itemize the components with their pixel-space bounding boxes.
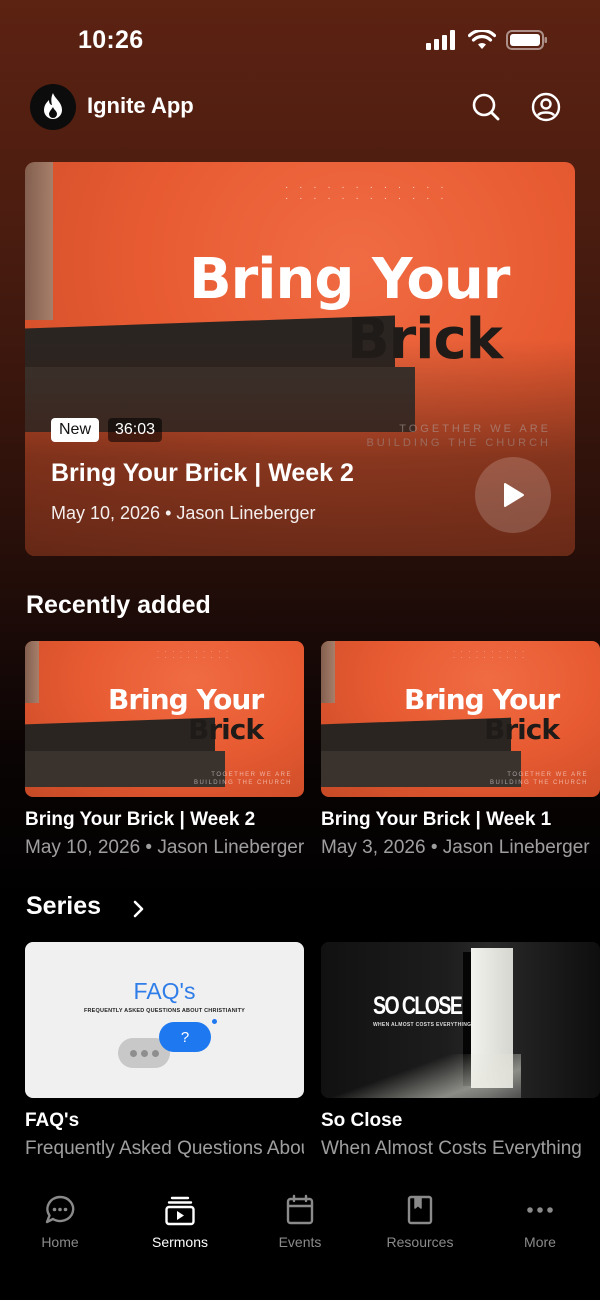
status-bar: 10:26 — [0, 0, 600, 80]
question-bubble: ? — [159, 1022, 211, 1052]
series-card[interactable]: SO CLOSE WHEN ALMOST COSTS EVERYTHING So… — [321, 942, 600, 1160]
faq-art-title: FAQ's — [133, 978, 196, 1004]
wifi-icon — [468, 30, 496, 49]
tab-home[interactable]: Home — [0, 1194, 120, 1250]
featured-sermon-card[interactable]: · · · · · · · · · · · ·· · · · · · · · ·… — [25, 162, 575, 556]
thumb-title-line1: Bring Your — [108, 683, 264, 716]
recent-sermon-title: Bring Your Brick | Week 2 — [25, 809, 256, 830]
play-icon — [504, 483, 524, 507]
so-close-art-subtitle: WHEN ALMOST COSTS EVERYTHING — [373, 1022, 472, 1028]
status-icons — [426, 30, 548, 50]
tab-label: More — [524, 1234, 556, 1250]
more-dots-icon — [527, 1207, 553, 1213]
thumb-subtitle-line2: BUILDING THE CHURCH — [193, 779, 292, 786]
recent-sermon-card[interactable]: · · · · · · · · · · · · · · · · · · · · B… — [25, 641, 304, 859]
app-logo — [30, 84, 76, 130]
recent-sermon-meta: May 3, 2026 • Jason Lineberger — [321, 837, 590, 858]
flame-icon — [44, 93, 62, 119]
tab-resources[interactable]: Resources — [360, 1194, 480, 1250]
video-library-icon — [165, 1196, 195, 1226]
featured-meta: May 10, 2026 • Jason Lineberger — [51, 503, 316, 523]
battery-icon — [506, 30, 547, 50]
tab-label: Sermons — [151, 1234, 209, 1250]
faq-art-subtitle: FREQUENTLY ASKED QUESTIONS ABOUT CHRISTI… — [83, 1008, 246, 1014]
thumb-title-line2: Brick — [188, 713, 264, 746]
cellular-signal-icon — [426, 30, 455, 50]
recent-sermon-card[interactable]: · · · · · · · · · · · · · · · · · · · · B… — [321, 641, 600, 859]
tab-label: Events — [278, 1234, 322, 1250]
chevron-right-icon[interactable] — [130, 899, 148, 919]
series-subtitle: When Almost Costs Everything — [321, 1138, 582, 1159]
recent-sermon-meta: May 10, 2026 • Jason Lineberger — [25, 837, 304, 858]
thumb-title-line2: Brick — [484, 713, 560, 746]
play-button[interactable] — [475, 457, 551, 533]
app-title: Ignite App — [87, 93, 194, 118]
featured-title: Bring Your Brick | Week 2 — [51, 459, 354, 487]
series-card[interactable]: FAQ's FREQUENTLY ASKED QUESTIONS ABOUT C… — [25, 942, 304, 1160]
series-title: So Close — [321, 1110, 403, 1131]
series-heading[interactable]: Series — [26, 892, 101, 921]
series-title: FAQ's — [25, 1110, 80, 1131]
recent-sermon-thumbnail: · · · · · · · · · · · · · · · · · · · · B… — [321, 641, 600, 797]
tab-events[interactable]: Events — [240, 1194, 360, 1250]
thumb-title-line1: Bring Your — [404, 683, 560, 716]
series-subtitle: Frequently Asked Questions About Christi… — [25, 1138, 304, 1159]
tab-more[interactable]: More — [480, 1194, 600, 1250]
tab-label: Resources — [386, 1234, 454, 1250]
chat-bubble-icon — [45, 1195, 75, 1224]
thumb-subtitle-line2: BUILDING THE CHURCH — [489, 779, 588, 786]
new-badge: New — [51, 418, 100, 442]
recently-added-heading: Recently added — [26, 591, 211, 619]
account-circle-icon — [531, 92, 561, 122]
duration-badge: 36:03 — [108, 418, 163, 442]
series-thumbnail-faq: FAQ's FREQUENTLY ASKED QUESTIONS ABOUT C… — [25, 942, 304, 1098]
recent-sermon-thumbnail: · · · · · · · · · · · · · · · · · · · · B… — [25, 641, 304, 797]
series-thumbnail-so-close: SO CLOSE WHEN ALMOST COSTS EVERYTHING — [321, 942, 600, 1098]
search-button[interactable] — [469, 90, 503, 124]
tab-label: Home — [41, 1234, 79, 1250]
calendar-icon — [286, 1194, 314, 1225]
recent-sermon-title: Bring Your Brick | Week 1 — [321, 809, 552, 830]
thumb-subtitle-line1: TOGETHER WE ARE — [507, 772, 588, 778]
status-time: 10:26 — [78, 26, 144, 54]
profile-button[interactable] — [529, 90, 563, 124]
app-header: Ignite App — [0, 80, 600, 136]
tab-sermons[interactable]: Sermons — [120, 1194, 240, 1250]
tab-bar: Home Sermons Events Resources More — [0, 1180, 600, 1300]
thumb-subtitle-line1: TOGETHER WE ARE — [211, 772, 292, 778]
so-close-art-title: SO CLOSE — [373, 992, 463, 1020]
search-icon — [472, 93, 500, 121]
book-icon — [407, 1195, 433, 1225]
